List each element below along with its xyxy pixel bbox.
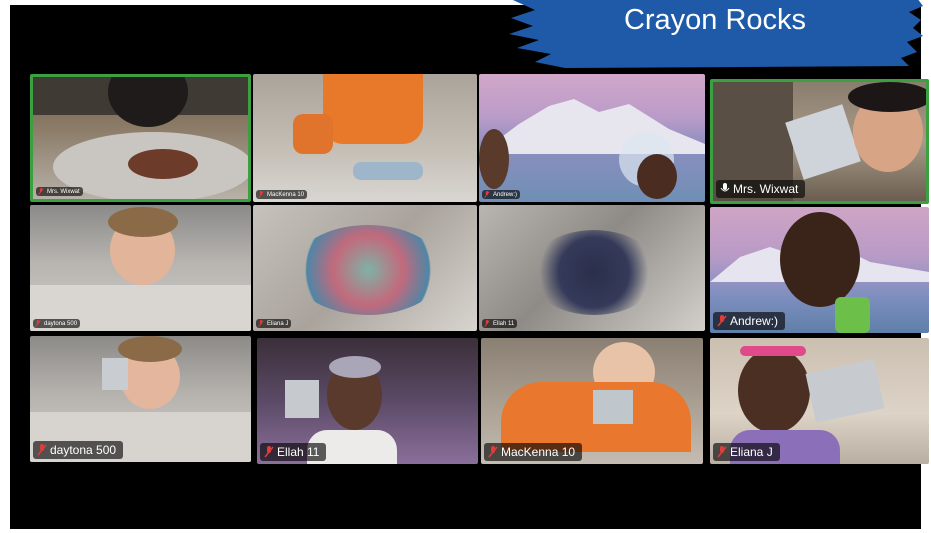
muted-mic-icon	[484, 191, 490, 198]
participant-name: daytona 500	[50, 443, 117, 457]
video-tile-4[interactable]: Mrs. Wixwat	[710, 79, 929, 204]
muted-mic-icon	[35, 320, 41, 327]
muted-mic-icon	[717, 315, 727, 327]
participant-name-tag: daytona 500	[33, 319, 81, 328]
participant-name-tag: Eliana J	[256, 319, 292, 328]
video-tile-2[interactable]: MacKenna 10	[253, 74, 477, 202]
muted-mic-icon	[258, 191, 264, 198]
unmuted-mic-icon	[720, 183, 730, 195]
participant-name: Ellah 11	[493, 320, 515, 327]
participant-name: Andrew:)	[730, 314, 779, 328]
participant-name-tag: Eliana J	[713, 443, 780, 461]
participant-name-tag: Ellah 11	[260, 443, 327, 461]
participant-name-tag: daytona 500	[33, 441, 124, 459]
participant-name: Eliana J	[267, 320, 289, 327]
participant-name-tag: MacKenna 10	[256, 190, 308, 199]
participant-name: Eliana J	[730, 445, 773, 459]
video-tile-5[interactable]: daytona 500	[30, 205, 251, 331]
participant-name: MacKenna 10	[267, 191, 305, 198]
participant-name-tag: MacKenna 10	[484, 443, 583, 461]
muted-mic-icon	[484, 320, 490, 327]
muted-mic-icon	[37, 444, 47, 456]
video-tile-12[interactable]: Eliana J	[710, 338, 929, 464]
video-tile-7[interactable]: Ellah 11	[479, 205, 705, 331]
muted-mic-icon	[264, 446, 274, 458]
title-banner: Crayon Rocks	[505, 0, 925, 72]
muted-mic-icon	[488, 446, 498, 458]
participant-name: MacKenna 10	[501, 445, 576, 459]
participant-name-tag: Andrew:)	[713, 312, 786, 330]
video-tile-6[interactable]: Eliana J	[253, 205, 477, 331]
video-tile-11[interactable]: MacKenna 10	[481, 338, 703, 464]
participant-name: Mrs. Wixwat	[47, 188, 80, 195]
participant-name-tag: Mrs. Wixwat	[36, 187, 83, 196]
video-tile-8[interactable]: Andrew:)	[710, 207, 929, 333]
participant-name: Ellah 11	[277, 445, 320, 459]
video-tile-9[interactable]: daytona 500	[30, 336, 251, 462]
participant-name: daytona 500	[44, 320, 78, 327]
video-tile-10[interactable]: Ellah 11	[257, 338, 478, 464]
muted-mic-icon	[258, 320, 264, 327]
muted-mic-icon	[717, 446, 727, 458]
muted-mic-icon	[38, 188, 44, 195]
participant-name: Andrew:)	[493, 191, 518, 198]
participant-name-tag: Andrew:)	[482, 190, 521, 199]
participant-name: Mrs. Wixwat	[733, 182, 799, 196]
video-tile-1[interactable]: Mrs. Wixwat	[30, 74, 251, 202]
banner-title: Crayon Rocks	[623, 4, 807, 36]
participant-name-tag: Mrs. Wixwat	[716, 180, 806, 198]
video-tile-3[interactable]: Andrew:)	[479, 74, 705, 202]
participant-name-tag: Ellah 11	[482, 319, 518, 328]
